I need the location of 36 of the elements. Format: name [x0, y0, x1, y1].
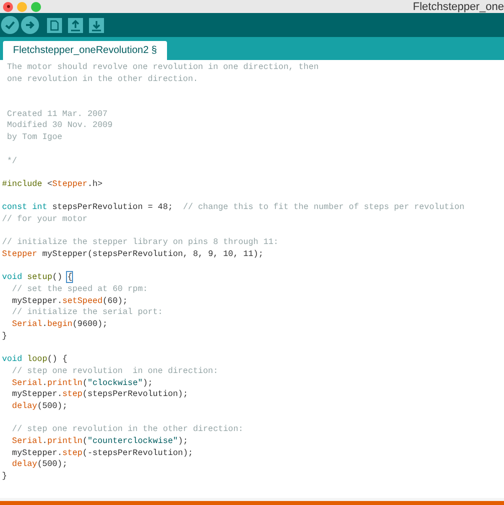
code-line: } — [2, 471, 8, 483]
code-line: */ — [6, 156, 18, 168]
code-line: // step one revolution in one direction: — [11, 366, 218, 378]
code-line: Serial.println("counterclockwise"); — [11, 436, 188, 448]
code-line: Serial.begin(9600); — [11, 319, 108, 331]
code-line: #include <Stepper.h> — [2, 178, 103, 191]
verify-button[interactable] — [1, 16, 19, 34]
code-line: Modified 30 Nov. 2009 — [6, 120, 113, 132]
close-button[interactable] — [3, 2, 13, 12]
code-line: myStepper.step(stepsPerRevolution); — [11, 389, 188, 401]
code-line: myStepper.step(-stepsPerRevolution); — [11, 448, 193, 460]
code-line: by Tom Igoe — [6, 132, 62, 144]
code-line: // initialize the serial port: — [11, 307, 163, 320]
code-line: Stepper myStepper(stepsPerRevolution, 8, 9, 10, 11); — [2, 249, 264, 261]
code-line: Created 11 Mar. 2007 — [6, 108, 108, 120]
window-title: Fletchstepper_one — [412, 0, 504, 12]
code-line: // set the speed at 60 rpm: — [11, 284, 148, 296]
zoom-button[interactable] — [31, 2, 41, 12]
new-file-button[interactable] — [47, 18, 62, 32]
save-button[interactable] — [89, 18, 104, 32]
code-line: void setup() { — [2, 272, 72, 284]
code-line: delay(500); — [11, 459, 68, 472]
code-line: void loop() { — [2, 354, 68, 366]
code-line: one revolution in the other direction. — [6, 74, 198, 86]
code-line: // step one revolution in the other direction: — [11, 424, 244, 436]
code-line: // initialize the stepper library on pins 8 through 11: — [2, 237, 278, 249]
code-line: const int stepsPerRevolution = 48; // change this to fit the number of steps per revolution — [2, 202, 464, 214]
open-button[interactable] — [68, 18, 83, 32]
upload-button[interactable] — [21, 16, 39, 34]
code-line: The motor should revolve one revolution in one direction, then — [6, 62, 319, 74]
code-line: Serial.println("clockwise"); — [11, 378, 153, 390]
code-line: // for your motor — [2, 214, 88, 226]
code-line: } — [2, 330, 8, 342]
editor-tab[interactable]: Fletchstepper_oneRevolution2 § — [3, 41, 167, 60]
code-line: delay(500); — [11, 400, 68, 413]
code-line: myStepper.setSpeed(60); — [11, 296, 128, 308]
